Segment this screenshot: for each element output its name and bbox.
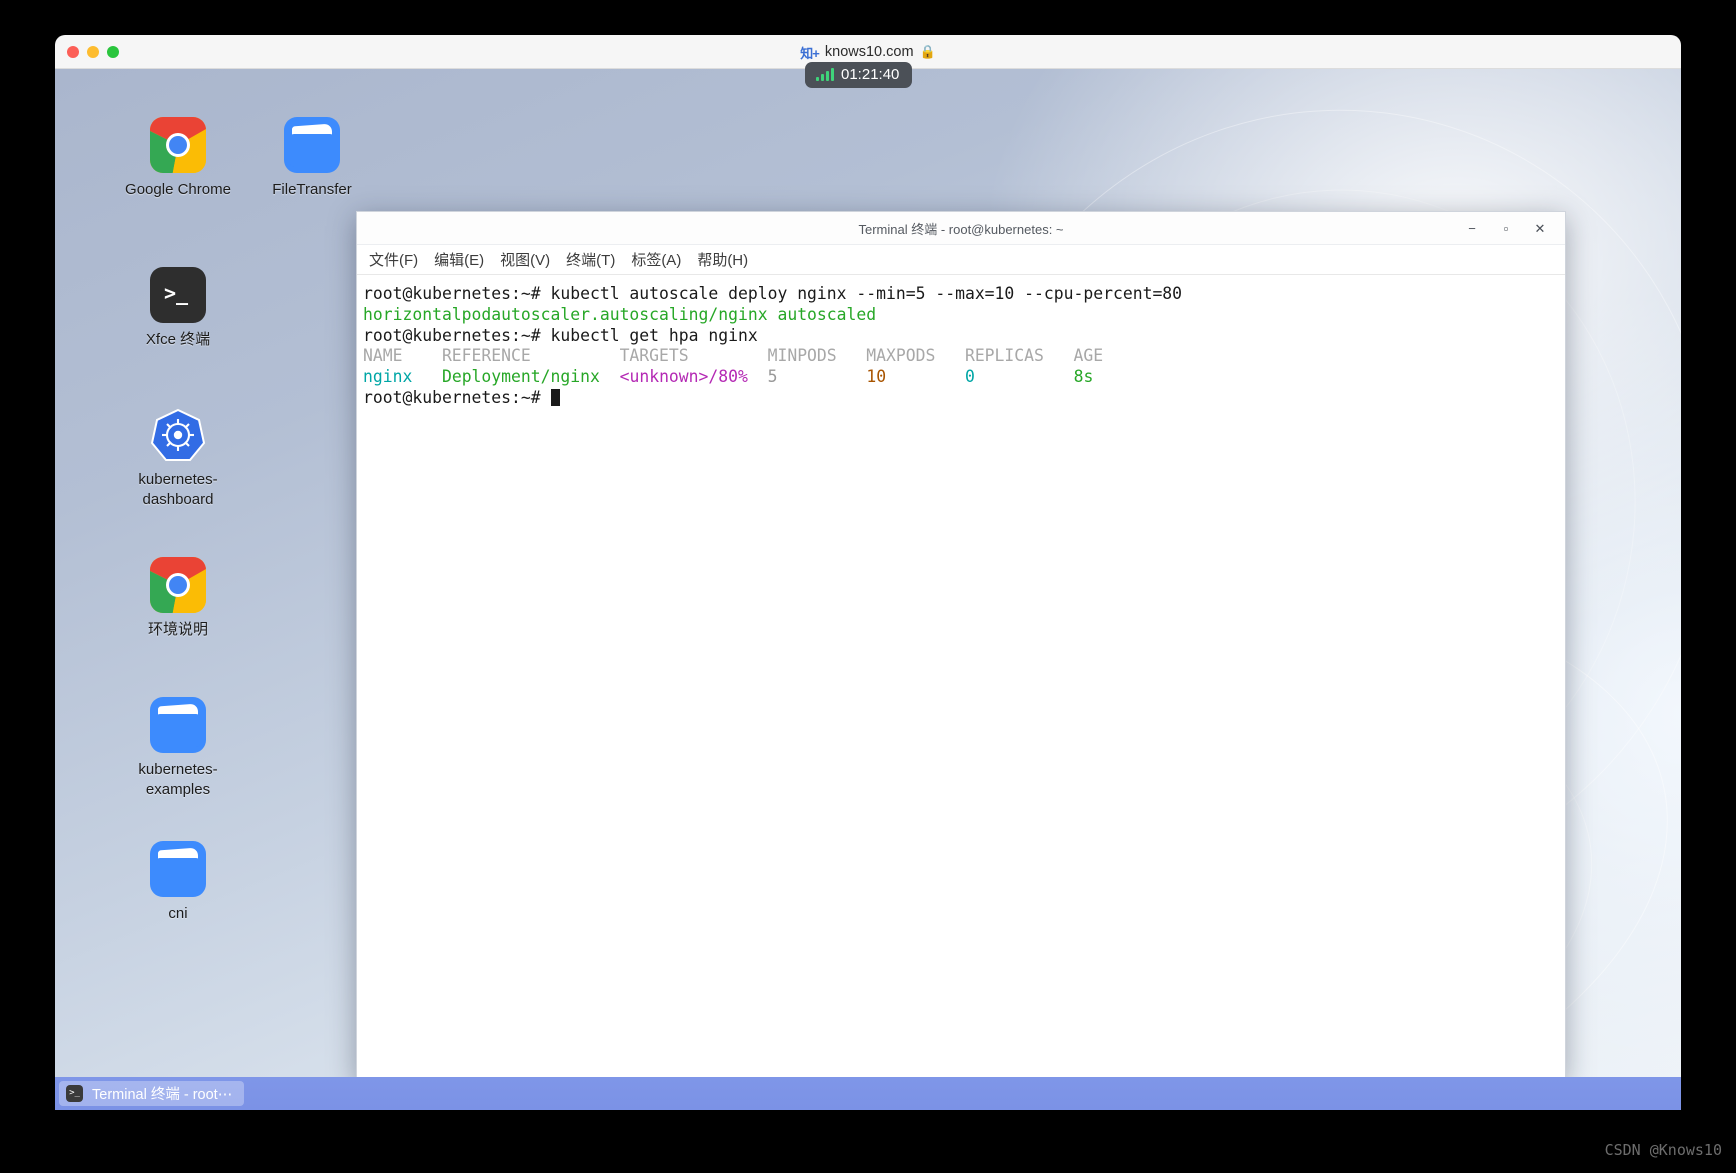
menu-item-file[interactable]: 文件(F)	[362, 246, 425, 273]
desktop-icon-kubernetes-dashboard[interactable]: kubernetes-dashboard	[117, 407, 239, 511]
terminal-text: horizontalpodautoscaler.autoscaling/ngin…	[363, 304, 877, 324]
terminal-text: NAME REFERENCE TARGETS MINPODS MAXPODS R…	[363, 346, 1104, 366]
chrome-icon	[150, 117, 206, 173]
remote-desktop: Google Chrome FileTransfer >_ Xfce 终端 ku…	[55, 35, 1681, 1110]
terminal-text: 8s	[1073, 367, 1094, 387]
terminal-icon: >_	[66, 1085, 83, 1102]
terminal-title: Terminal 终端 - root@kubernetes: ~	[858, 221, 1064, 237]
kubernetes-icon	[150, 408, 206, 461]
terminal-cursor	[550, 388, 560, 406]
desktop-icon-label: cni	[168, 905, 188, 922]
session-timer-badge: 01:21:40	[805, 62, 913, 88]
window-controls: − ▫ ✕	[1455, 212, 1557, 245]
taskbar: >_ Terminal 终端 - root⋯	[55, 1077, 1681, 1110]
output-autoscaled: horizontalpodautoscaler.autoscaling/ngin…	[363, 305, 1565, 326]
desktop-icon-kubernetes-examples[interactable]: kubernetes-examples	[117, 697, 239, 801]
table-row-nginx: nginx Deployment/nginx <unknown>/80% 5 1…	[363, 367, 1565, 388]
terminal-titlebar[interactable]: Terminal 终端 - root@kubernetes: ~ − ▫ ✕	[357, 212, 1565, 245]
terminal-text: <unknown>/80%	[619, 367, 748, 387]
taskbar-item-terminal[interactable]: >_ Terminal 终端 - root⋯	[59, 1081, 245, 1106]
menu-item-terminal[interactable]: 终端(T)	[559, 246, 622, 273]
prompt-final: root@kubernetes:~#	[363, 388, 1565, 409]
desktop-icon-label: kubernetes-dashboard	[138, 471, 218, 509]
prompt-command-1: root@kubernetes:~# kubectl autoscale dep…	[363, 284, 1565, 305]
terminal-window: Terminal 终端 - root@kubernetes: ~ − ▫ ✕ 文…	[356, 211, 1566, 1081]
desktop-icon-label: Xfce 终端	[145, 331, 211, 348]
prompt-command-2: root@kubernetes:~# kubectl get hpa nginx	[363, 326, 1565, 347]
session-timer-value: 01:21:40	[841, 66, 900, 83]
desktop-icon-huanjing-shuoming[interactable]: 环境说明	[117, 557, 239, 640]
close-button[interactable]: ✕	[1523, 212, 1557, 245]
desktop-icon-cni[interactable]: cni	[117, 841, 239, 924]
desktop-icon-google-chrome[interactable]: Google Chrome	[117, 117, 239, 200]
maximize-button[interactable]: ▫	[1489, 212, 1523, 245]
menu-item-tabs[interactable]: 标签(A)	[624, 246, 688, 273]
terminal-text: nginx	[363, 367, 413, 387]
terminal-menubar: 文件(F) 编辑(E) 视图(V) 终端(T) 标签(A) 帮助(H)	[357, 245, 1565, 275]
folder-icon	[284, 117, 340, 173]
desktop-icon-label: 环境说明	[147, 621, 208, 638]
terminal-text: 10	[866, 367, 887, 387]
watermark: CSDN @Knows10	[1604, 1141, 1722, 1159]
screen: 知+ knows10.com 🔒 Google Chrome FileTrans…	[0, 0, 1736, 1173]
terminal-icon: >_	[150, 267, 206, 323]
terminal-text: 0	[965, 367, 975, 387]
terminal-text: Deployment/nginx	[441, 367, 600, 387]
address-bar-url: knows10.com	[824, 44, 914, 60]
folder-icon	[150, 697, 206, 753]
terminal-text: root@kubernetes:~# kubectl get hpa nginx	[363, 325, 758, 345]
desktop-icon-label: Google Chrome	[125, 181, 231, 198]
desktop-icon-label: FileTransfer	[272, 181, 352, 198]
site-favicon-icon: 知+	[800, 45, 820, 61]
terminal-text: root@kubernetes:~#	[363, 387, 551, 407]
folder-icon	[150, 841, 206, 897]
lock-icon: 🔒	[919, 44, 936, 59]
desktop-icon-filetransfer[interactable]: FileTransfer	[251, 117, 373, 200]
table-header: NAME REFERENCE TARGETS MINPODS MAXPODS R…	[363, 346, 1565, 367]
menu-item-edit[interactable]: 编辑(E)	[427, 246, 491, 273]
menu-item-view[interactable]: 视图(V)	[493, 246, 557, 273]
desktop-icon-label: kubernetes-examples	[138, 761, 218, 799]
browser-window: 知+ knows10.com 🔒 Google Chrome FileTrans…	[55, 35, 1681, 1110]
terminal-text: 5	[767, 367, 778, 387]
terminal-text: root@kubernetes:~# kubectl autoscale dep…	[363, 284, 1183, 303]
signal-bars-icon	[816, 67, 834, 81]
chrome-icon	[150, 557, 206, 613]
terminal-output[interactable]: root@kubernetes:~# kubectl autoscale dep…	[357, 275, 1565, 1080]
minimize-button[interactable]: −	[1455, 212, 1489, 245]
desktop-icon-xfce-terminal[interactable]: >_ Xfce 终端	[117, 267, 239, 350]
taskbar-item-label: Terminal 终端 - root⋯	[92, 1087, 233, 1103]
menu-item-help[interactable]: 帮助(H)	[690, 246, 755, 273]
